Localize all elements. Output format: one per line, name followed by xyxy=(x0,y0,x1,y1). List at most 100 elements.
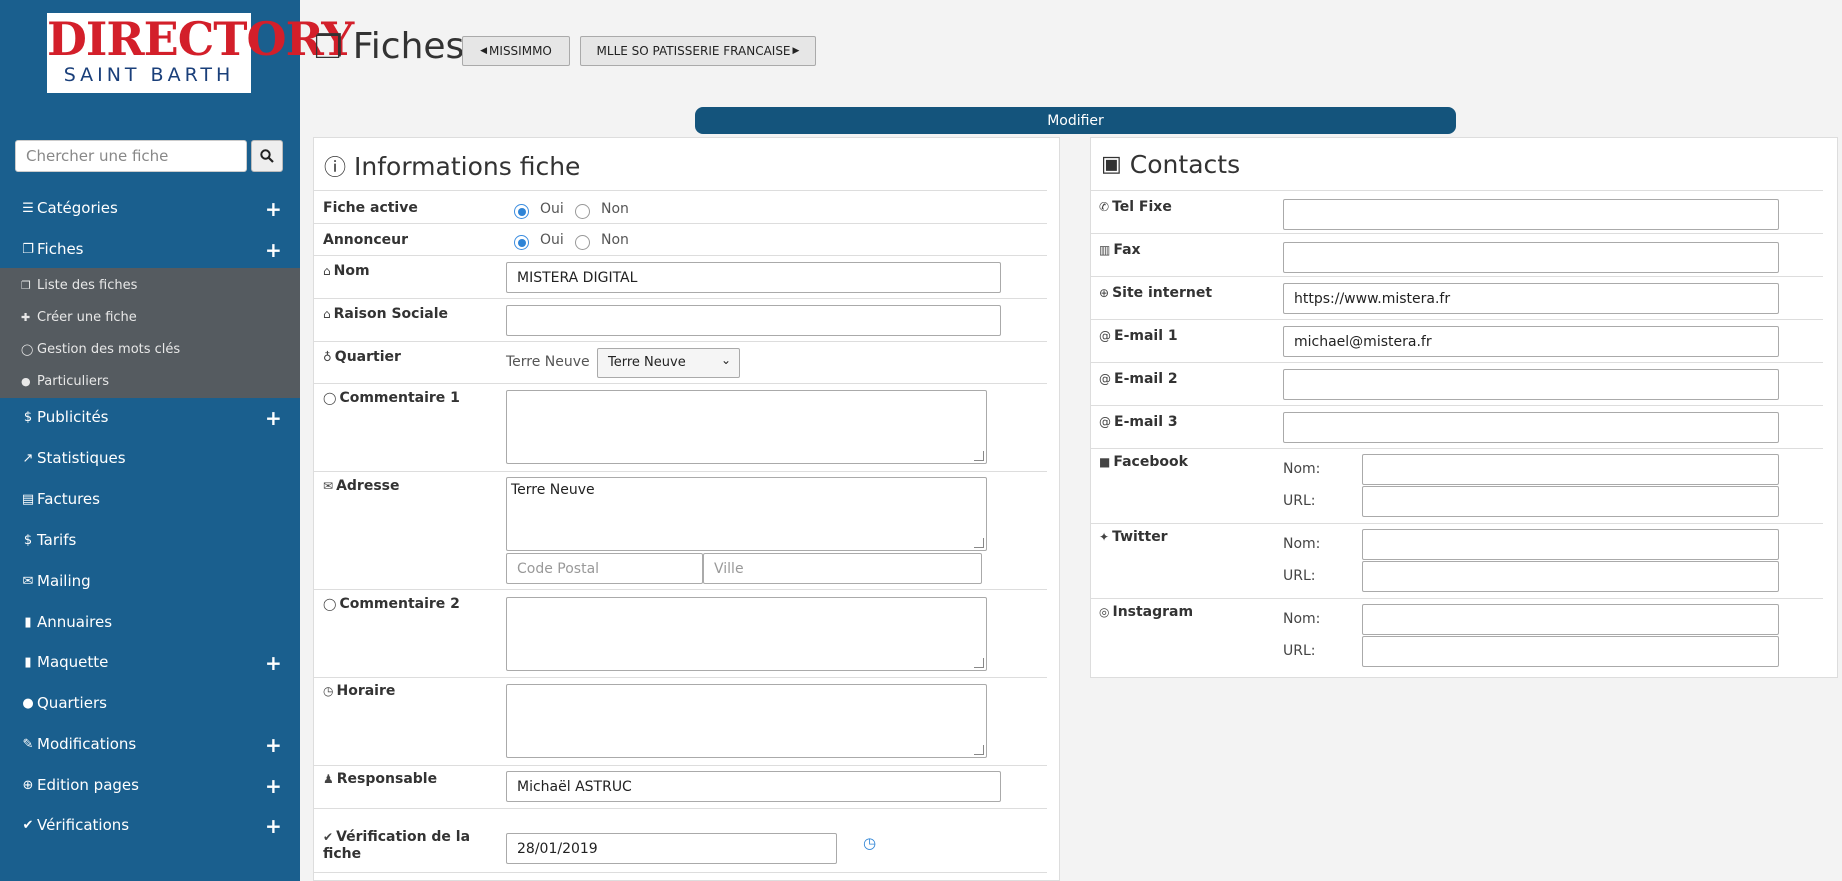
horaire-textarea[interactable] xyxy=(506,684,987,758)
fiche-active-oui-radio[interactable] xyxy=(514,204,529,219)
globe-icon: ⊕ xyxy=(1099,286,1110,300)
facebook-nom-input[interactable] xyxy=(1362,454,1779,485)
tel-fixe-input[interactable] xyxy=(1283,199,1779,230)
submenu-item-mots-cles[interactable]: ◯ Gestion des mots clés xyxy=(0,333,300,365)
user-icon: ● xyxy=(21,374,31,388)
fiche-active-oui-label: Oui xyxy=(540,201,564,217)
site-internet-input[interactable]: https://www.mistera.fr xyxy=(1283,283,1779,314)
resize-handle[interactable] xyxy=(974,451,984,461)
search-icon xyxy=(260,149,274,163)
email1-input[interactable]: michael@mistera.fr xyxy=(1283,326,1779,357)
annonceur-non-radio[interactable] xyxy=(575,235,590,250)
fax-icon: ▥ xyxy=(1099,243,1111,257)
sidebar-item-label: Edition pages xyxy=(37,776,139,794)
prev-fiche-button[interactable]: ◀ MISSIMMO xyxy=(462,36,570,66)
comment-icon: ◯ xyxy=(21,342,34,356)
twitter-nom-input[interactable] xyxy=(1362,529,1779,560)
email3-row: @ E-mail 3 xyxy=(1091,405,1823,448)
globe-icon: ⊕ xyxy=(22,777,34,793)
map-marker-icon: ♁ xyxy=(323,350,332,364)
submenu-item-label: Créer une fiche xyxy=(37,309,137,325)
twitter-url-input[interactable] xyxy=(1362,561,1779,592)
check-icon: ✔ xyxy=(323,830,334,844)
expand-icon[interactable]: + xyxy=(265,733,282,757)
nom-input[interactable]: MISTERA DIGITAL xyxy=(506,262,1001,293)
fiche-active-non-radio[interactable] xyxy=(575,204,590,219)
code-postal-input[interactable]: Code Postal xyxy=(506,553,703,584)
facebook-url-input[interactable] xyxy=(1362,486,1779,517)
at-icon: @ xyxy=(1099,329,1111,343)
resize-handle[interactable] xyxy=(974,745,984,755)
expand-icon[interactable]: + xyxy=(265,774,282,798)
sidebar-item-modifications[interactable]: ✎ Modifications + xyxy=(0,724,300,764)
submenu-item-particuliers[interactable]: ● Particuliers xyxy=(0,365,300,397)
raison-sociale-input[interactable] xyxy=(506,305,1001,336)
plus-icon: ✚ xyxy=(21,310,31,324)
sidebar-item-label: Publicités xyxy=(37,408,109,426)
clock-icon[interactable]: ◷ xyxy=(863,834,876,852)
sidebar-item-label: Quartiers xyxy=(37,694,107,712)
address-book-icon: ▣ xyxy=(1101,152,1122,177)
responsable-input[interactable]: Michaël ASTRUC xyxy=(506,771,1001,802)
submenu-item-creer-fiche[interactable]: ✚ Créer une fiche xyxy=(0,301,300,333)
sidebar-item-statistiques[interactable]: ↗ Statistiques xyxy=(0,438,300,478)
comment-icon: ◯ xyxy=(323,391,337,405)
quartier-label-text: Quartier xyxy=(334,349,401,365)
directory-logo[interactable]: DIRECTORY SAINT BARTH xyxy=(47,13,354,93)
at-icon: @ xyxy=(1099,372,1111,386)
file-icon: ▤ xyxy=(21,491,35,507)
sidebar-item-edition-pages[interactable]: ⊕ Edition pages + xyxy=(0,765,300,805)
commentaire1-textarea[interactable] xyxy=(506,390,987,464)
expand-icon[interactable]: + xyxy=(265,651,282,675)
facebook-icon: ■ xyxy=(1099,455,1111,469)
nom-label-text: Nom xyxy=(333,263,370,279)
expand-icon[interactable]: + xyxy=(265,238,282,262)
search-input[interactable] xyxy=(15,140,247,172)
email2-input[interactable] xyxy=(1283,369,1779,400)
responsable-label: ♟ Responsable xyxy=(323,771,437,787)
facebook-nom-label: Nom: xyxy=(1283,461,1321,477)
sidebar-item-label: Statistiques xyxy=(37,449,126,467)
expand-icon[interactable]: + xyxy=(265,814,282,838)
commentaire1-row: ◯ Commentaire 1 xyxy=(314,383,1047,471)
sidebar-item-fiches[interactable]: ❐ Fiches + xyxy=(0,229,300,269)
raison-sociale-label-text: Raison Sociale xyxy=(333,306,448,322)
instagram-icon: ◎ xyxy=(1099,605,1110,619)
sidebar-item-factures[interactable]: ▤ Factures xyxy=(0,479,300,519)
sidebar-item-publicites[interactable]: $ Publicités + xyxy=(0,397,300,437)
resize-handle[interactable] xyxy=(974,658,984,668)
resize-handle[interactable] xyxy=(974,538,984,548)
adresse-textarea[interactable]: Terre Neuve xyxy=(506,477,987,551)
search-button[interactable] xyxy=(251,140,283,172)
next-fiche-button[interactable]: MLLE SO PATISSERIE FRANCAISE ▶ xyxy=(580,36,816,66)
sidebar-item-label: Mailing xyxy=(37,572,91,590)
sidebar-item-categories[interactable]: ☰ Catégories + xyxy=(0,188,300,228)
check-icon: ✔ xyxy=(22,817,34,833)
instagram-url-label: URL: xyxy=(1283,643,1316,659)
modifier-button[interactable]: Modifier xyxy=(695,107,1456,134)
sidebar-item-annuaires[interactable]: ▮ Annuaires xyxy=(0,602,300,642)
sidebar-item-quartiers[interactable]: ● Quartiers xyxy=(0,683,300,723)
sidebar-item-mailing[interactable]: ✉ Mailing xyxy=(0,561,300,601)
annonceur-oui-radio[interactable] xyxy=(514,235,529,250)
quartier-select[interactable]: Terre Neuve ⌄ xyxy=(597,348,740,378)
ville-input[interactable]: Ville xyxy=(703,553,982,584)
sidebar-item-tarifs[interactable]: $ Tarifs xyxy=(0,520,300,560)
sidebar-item-verifications[interactable]: ✔ Vérifications + xyxy=(0,805,300,845)
expand-icon[interactable]: + xyxy=(265,197,282,221)
submenu-item-liste-fiches[interactable]: ❐ Liste des fiches xyxy=(0,269,300,301)
expand-icon[interactable]: + xyxy=(265,406,282,430)
bars-icon: ☰ xyxy=(22,200,34,216)
email3-input[interactable] xyxy=(1283,412,1779,443)
commentaire2-textarea[interactable] xyxy=(506,597,987,671)
twitter-label-text: Twitter xyxy=(1112,529,1168,545)
verification-date-input[interactable]: 28/01/2019 xyxy=(506,833,837,864)
panel-title-text: Informations fiche xyxy=(354,151,581,181)
fax-input[interactable] xyxy=(1283,242,1779,273)
commentaire1-label-text: Commentaire 1 xyxy=(339,390,460,406)
sidebar-item-maquette[interactable]: ▮ Maquette + xyxy=(0,642,300,682)
verification-label-text-2: fiche xyxy=(323,846,362,862)
twitter-nom-label: Nom: xyxy=(1283,536,1321,552)
instagram-nom-input[interactable] xyxy=(1362,604,1779,635)
instagram-url-input[interactable] xyxy=(1362,636,1779,667)
